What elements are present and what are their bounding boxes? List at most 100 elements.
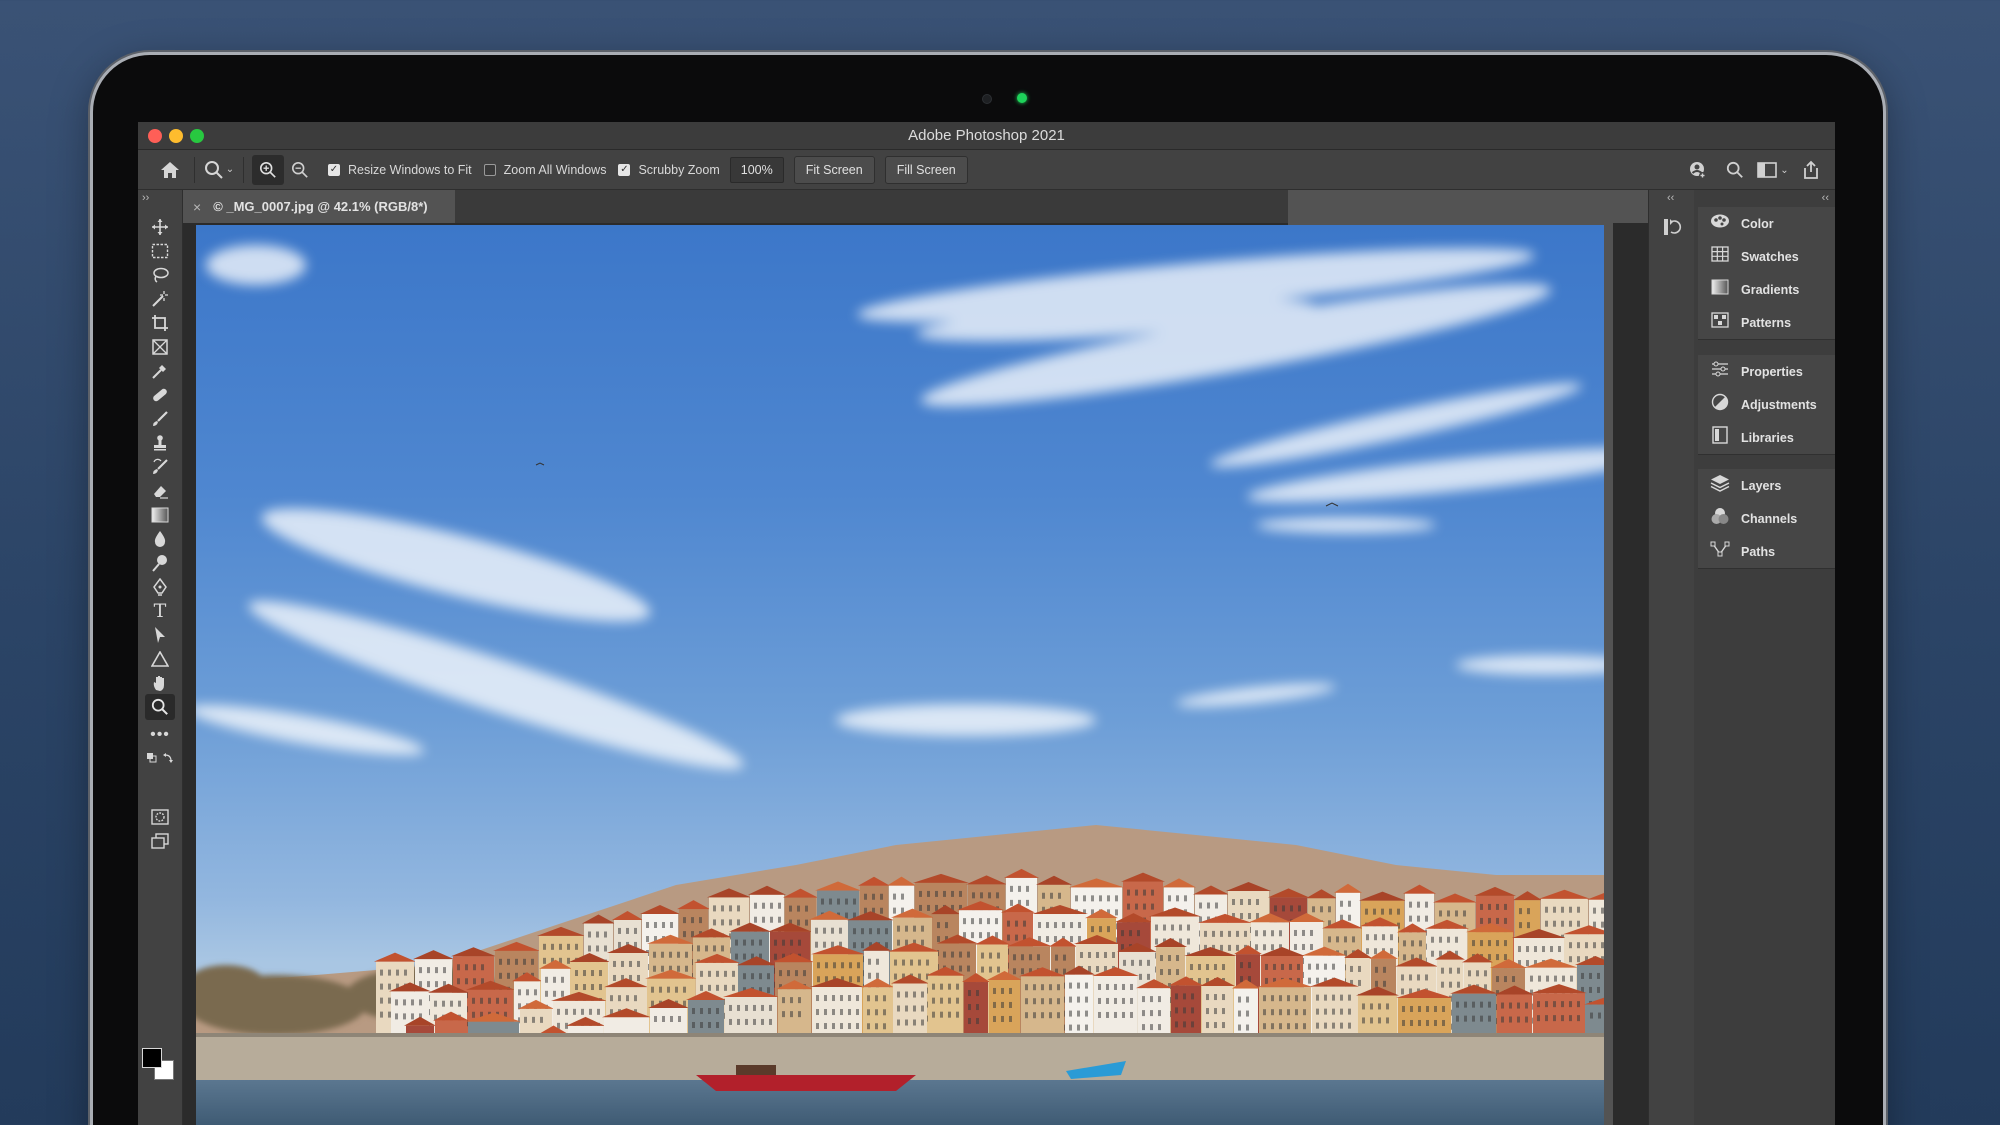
default-colors-icon[interactable] (145, 750, 175, 766)
building-window (588, 931, 591, 938)
scrubby-zoom-label: Scrubby Zoom (638, 162, 720, 177)
minimize-window-button[interactable] (169, 129, 183, 143)
panel-item-patterns[interactable]: Patterns (1698, 306, 1835, 339)
type-tool-icon[interactable]: T (145, 598, 175, 624)
healing-brush-tool-icon[interactable] (145, 382, 175, 408)
panel-item-gradients[interactable]: Gradients (1698, 273, 1835, 306)
building-window (499, 972, 502, 979)
collapse-dock-icon[interactable]: ‹‹ (1822, 192, 1829, 204)
crop-tool-icon[interactable] (145, 310, 175, 336)
panel-item-paths[interactable]: Paths (1698, 535, 1835, 568)
move-tool-icon[interactable] (145, 214, 175, 240)
zoom-out-icon[interactable] (284, 155, 316, 185)
eraser-tool-icon[interactable] (145, 478, 175, 504)
building-window (573, 1008, 576, 1015)
foreground-color-swatch[interactable] (142, 1048, 162, 1068)
zoom-all-windows-checkbox[interactable]: Zoom All Windows (483, 163, 606, 177)
history-panel-icon[interactable] (1661, 216, 1683, 238)
building-window (921, 1019, 924, 1026)
shape-tool-icon[interactable] (145, 646, 175, 672)
building-window (868, 972, 871, 979)
building-window (697, 945, 700, 952)
building-window (1383, 980, 1386, 987)
building-window (1057, 998, 1060, 1005)
screen-mode-icon[interactable] (145, 828, 175, 854)
more-tools-icon[interactable]: ••• (145, 722, 175, 748)
building-window (708, 970, 711, 977)
building-window (1114, 983, 1117, 990)
panel-item-properties[interactable]: Properties (1698, 355, 1835, 388)
zoom-tool-preset-icon[interactable]: ⌄ (203, 155, 235, 185)
checkbox-box[interactable]: ✓ (328, 163, 340, 176)
path-selection-tool-icon[interactable] (145, 622, 175, 648)
building-window (532, 1016, 535, 1023)
fit-screen-button[interactable]: Fit Screen (793, 155, 875, 184)
zoom-percent-field[interactable]: 100% (729, 156, 784, 183)
building-window (1023, 920, 1026, 927)
home-icon[interactable] (154, 155, 186, 185)
collapse-panels-icon[interactable]: ‹‹ (1667, 192, 1674, 204)
building-window (1248, 899, 1251, 906)
canvas-area[interactable] (183, 223, 1604, 1125)
marquee-tool-icon[interactable] (145, 238, 175, 264)
panel-item-libraries[interactable]: Libraries (1698, 421, 1835, 454)
workspace-icon[interactable]: ⌄ (1757, 155, 1789, 185)
brush-tool-icon[interactable] (145, 406, 175, 432)
building-window (1127, 889, 1130, 896)
building-window (1246, 1024, 1249, 1031)
panel-item-layers[interactable]: Layers (1698, 469, 1835, 502)
panel-label: Layers (1741, 478, 1782, 493)
search-icon[interactable] (1719, 155, 1751, 185)
zoom-window-button[interactable] (190, 129, 204, 143)
close-tab-icon[interactable]: × (193, 199, 201, 215)
fill-screen-button[interactable]: Fill Screen (884, 155, 968, 184)
building-window (404, 969, 407, 976)
webcam-lens (982, 94, 992, 104)
building-window (782, 997, 785, 1004)
eyedropper-tool-icon[interactable] (145, 358, 175, 384)
document-photo[interactable] (196, 225, 1604, 1125)
frame-tool-icon[interactable] (145, 334, 175, 360)
hand-tool-icon[interactable] (145, 670, 175, 696)
zoom-in-icon[interactable] (252, 154, 284, 185)
panel-item-channels[interactable]: Channels (1698, 502, 1835, 535)
stamp-tool-icon[interactable] (145, 430, 175, 456)
collapse-toolbar-icon[interactable]: ›› (142, 192, 149, 204)
magic-wand-tool-icon[interactable] (145, 286, 175, 312)
resize-windows-checkbox[interactable]: ✓ Resize Windows to Fit (328, 163, 472, 177)
panel-item-swatches[interactable]: Swatches (1698, 240, 1835, 273)
share-icon[interactable] (1795, 155, 1827, 185)
building-window (1561, 1001, 1564, 1008)
building-window (945, 922, 948, 929)
quick-mask-icon[interactable] (145, 804, 175, 830)
blur-tool-icon[interactable] (145, 526, 175, 552)
checkbox-box[interactable] (483, 163, 496, 176)
building-window (1130, 997, 1133, 1004)
panel-item-adjustments[interactable]: Adjustments (1698, 388, 1835, 421)
building-window (1410, 1019, 1413, 1026)
pen-tool-icon[interactable] (145, 574, 175, 600)
zoom-tool-icon[interactable] (145, 694, 175, 720)
history-brush-tool-icon[interactable] (145, 454, 175, 480)
dodge-tool-icon[interactable] (145, 550, 175, 576)
building-window (823, 927, 826, 934)
scrubby-zoom-checkbox[interactable]: ✓ Scrubby Zoom (618, 162, 720, 177)
building-window (1187, 938, 1190, 945)
building-window (1375, 980, 1378, 987)
close-window-button[interactable] (148, 129, 162, 143)
building-window (1537, 1001, 1540, 1008)
building-window (867, 1009, 870, 1016)
building-window (1114, 997, 1117, 1004)
building-window (967, 951, 970, 958)
building-window (798, 1011, 801, 1018)
gradient-tool-icon[interactable] (145, 502, 175, 528)
building-window (683, 931, 686, 938)
document-tab[interactable]: × © _MG_0007.jpg @ 42.1% (RGB/8*) (183, 190, 455, 223)
building-window (388, 969, 391, 976)
lasso-tool-icon[interactable] (145, 262, 175, 288)
building-window (1049, 1012, 1052, 1019)
checkbox-box[interactable]: ✓ (618, 163, 631, 176)
panel-item-color[interactable]: Color (1698, 207, 1835, 240)
building-window (921, 925, 924, 932)
learn-user-icon[interactable] (1681, 155, 1713, 185)
